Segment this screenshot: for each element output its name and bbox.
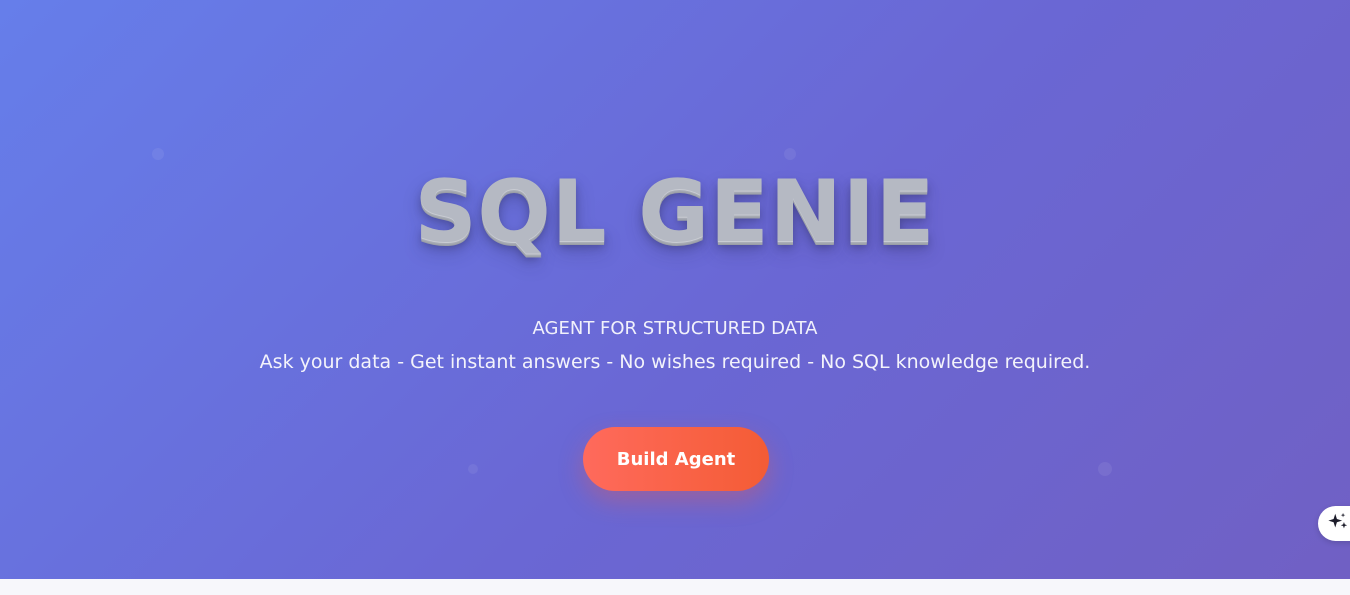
hero-tagline: Ask your data - Get instant answers - No… [259,351,1091,373]
hero-subtitle: AGENT FOR STRUCTURED DATA [532,318,818,339]
decorative-dot [784,148,796,160]
sparkle-icon [1327,511,1349,537]
floating-assistant-button[interactable] [1318,506,1350,541]
decorative-dot [152,148,164,160]
decorative-dot [1098,462,1112,476]
build-agent-button[interactable]: Build Agent [583,427,769,491]
page-title: SQL GENIE [414,162,936,262]
footer-strip [0,579,1350,595]
hero-section: SQL GENIE AGENT FOR STRUCTURED DATA Ask … [0,0,1350,579]
decorative-dot [468,464,478,474]
